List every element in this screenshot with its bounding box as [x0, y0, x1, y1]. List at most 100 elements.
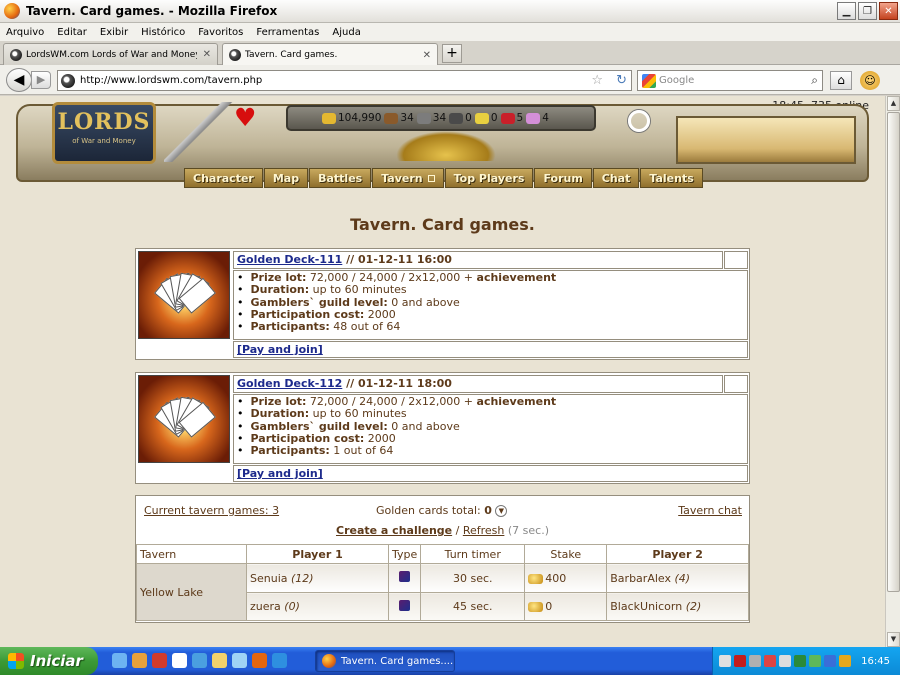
reload-icon[interactable]: ↻	[616, 73, 627, 88]
url-bar[interactable]: http://www.lordswm.com/tavern.php ☆ ↻	[57, 70, 632, 91]
pay-and-join-link[interactable]: [Pay and join]	[237, 467, 323, 480]
current-games-link[interactable]: Current tavern games: 3	[144, 504, 279, 517]
media-icon[interactable]	[172, 653, 187, 668]
refresh-link[interactable]: Refresh	[463, 524, 505, 537]
nav-battles[interactable]: Battles	[309, 168, 372, 188]
game-logo[interactable]: LORDS of War and Money	[52, 102, 156, 164]
app-icon[interactable]	[132, 653, 147, 668]
nav-chat[interactable]: Chat	[592, 168, 640, 188]
tab-lordswm[interactable]: LordsWM.com Lords of War and Money. ... …	[3, 43, 218, 65]
tray-icon[interactable]	[824, 655, 836, 667]
dropdown-icon[interactable]	[427, 174, 435, 182]
chrome-icon[interactable]	[152, 653, 167, 668]
menu-arquivo[interactable]: Arquivo	[6, 27, 44, 38]
taskbar-firefox-task[interactable]: Tavern. Card games....	[315, 650, 455, 672]
speaker-icon[interactable]	[779, 655, 791, 667]
join-row: [Pay and join]	[233, 341, 748, 358]
challenge-row: Create a challenge / Refresh (7 sec.)	[336, 524, 549, 537]
tab-label: Tavern. Card games.	[245, 50, 338, 60]
pay-and-join-link[interactable]: [Pay and join]	[237, 343, 323, 356]
menu-favoritos[interactable]: Favoritos	[198, 27, 243, 38]
health-heart-icon[interactable]: ♥	[234, 103, 256, 133]
menu-ajuda[interactable]: Ajuda	[332, 27, 360, 38]
gold-icon	[322, 112, 336, 124]
sulfur-icon	[474, 112, 489, 124]
tray-icon[interactable]	[749, 655, 761, 667]
table-row[interactable]: Yellow Lake Senuia (12) 30 sec. 400 Barb…	[136, 563, 749, 621]
create-challenge-link[interactable]: Create a challenge	[336, 524, 452, 537]
scroll-down-arrow-icon[interactable]: ▼	[887, 632, 900, 647]
start-button[interactable]: Iniciar	[0, 647, 98, 675]
menu-bar: Arquivo Editar Exibir Histórico Favorito…	[0, 23, 900, 41]
tournament-card: Golden Deck-112 // 01-12-11 18:00 Prize …	[135, 372, 750, 484]
nav-forum[interactable]: Forum	[534, 168, 592, 188]
back-button[interactable]: ◀	[6, 68, 32, 92]
restore-button[interactable]: ❐	[858, 2, 877, 20]
ring-icon[interactable]	[628, 110, 650, 132]
player1-cell[interactable]: Senuia (12)	[246, 563, 389, 593]
search-icon[interactable]: ⌕	[811, 73, 818, 88]
addon-icon[interactable]: ☺	[860, 71, 880, 90]
bookmark-star-icon[interactable]: ☆	[591, 73, 603, 88]
menu-historico[interactable]: Histórico	[141, 27, 185, 38]
nav-map[interactable]: Map	[263, 168, 309, 188]
chevron-down-icon[interactable]: ▼	[495, 505, 508, 517]
tab-close-icon[interactable]: ✕	[423, 50, 431, 61]
tray-icon[interactable]	[764, 655, 776, 667]
folder-icon[interactable]	[212, 653, 227, 668]
tournament-name-link[interactable]: Golden Deck-112	[237, 377, 342, 390]
ore-icon	[416, 112, 431, 124]
tab-close-icon[interactable]: ✕	[203, 49, 211, 60]
forward-button[interactable]: ▶	[31, 71, 51, 89]
player2-cell[interactable]: BarbarAlex (4)	[606, 563, 749, 593]
vertical-scrollbar[interactable]: ▲ ▼	[885, 96, 900, 647]
crystal-icon	[500, 112, 515, 124]
tray-icon[interactable]	[719, 655, 731, 667]
new-tab-button[interactable]: +	[442, 44, 462, 63]
menu-editar[interactable]: Editar	[57, 27, 87, 38]
desktop-icon[interactable]	[112, 653, 127, 668]
tray-icon[interactable]	[734, 655, 746, 667]
search-bar[interactable]: Google ⌕	[637, 70, 823, 91]
card-deck-image	[138, 251, 230, 339]
google-icon[interactable]	[642, 73, 656, 88]
nav-talents[interactable]: Talents	[640, 168, 703, 188]
player1-cell[interactable]: zuera (0)	[246, 592, 389, 621]
player2-cell[interactable]: BlackUnicorn (2)	[606, 592, 749, 621]
nav-top-players[interactable]: Top Players	[444, 168, 534, 188]
tray-icon[interactable]	[809, 655, 821, 667]
tray-icon[interactable]	[794, 655, 806, 667]
url-text[interactable]: http://www.lordswm.com/tavern.php	[80, 75, 262, 86]
firefox-icon[interactable]	[252, 653, 267, 668]
resource-mercury: 0	[465, 112, 472, 124]
menu-ferramentas[interactable]: Ferramentas	[256, 27, 319, 38]
menu-exibir[interactable]: Exibir	[100, 27, 128, 38]
app-icon[interactable]	[232, 653, 247, 668]
tab-tavern[interactable]: Tavern. Card games. ✕	[222, 43, 438, 66]
close-button[interactable]: ✕	[879, 2, 898, 20]
castle-image	[676, 116, 856, 164]
window-title: Tavern. Card games. - Mozilla Firefox	[26, 4, 278, 18]
mercury-icon	[449, 112, 464, 124]
turn-timer-cell: 45 sec.	[420, 592, 526, 621]
turn-timer-cell: 30 sec.	[420, 563, 526, 593]
scroll-thumb[interactable]	[887, 112, 900, 592]
search-placeholder[interactable]: Google	[659, 75, 694, 86]
tavern-chat-link[interactable]: Tavern chat	[678, 504, 742, 517]
nav-tavern[interactable]: Tavern	[372, 168, 444, 188]
scroll-up-arrow-icon[interactable]: ▲	[887, 96, 900, 111]
ie-icon[interactable]	[272, 653, 287, 668]
resource-sulfur: 0	[490, 112, 498, 124]
home-button[interactable]: ⌂	[830, 71, 852, 90]
nav-character[interactable]: Character	[184, 168, 263, 188]
nav-tavern-label: Tavern	[381, 171, 423, 185]
table-header-row: Tavern Player 1 Type Turn timer Stake Pl…	[136, 544, 749, 564]
minimize-button[interactable]: ▁	[837, 2, 856, 20]
network-icon[interactable]	[192, 653, 207, 668]
card-type-icon	[399, 571, 411, 582]
tournament-name-link[interactable]: Golden Deck-111	[237, 253, 342, 266]
game-type-cell	[387, 563, 422, 593]
tray-icon[interactable]	[839, 655, 851, 667]
gold-icon	[528, 573, 544, 584]
firefox-icon	[322, 654, 336, 668]
